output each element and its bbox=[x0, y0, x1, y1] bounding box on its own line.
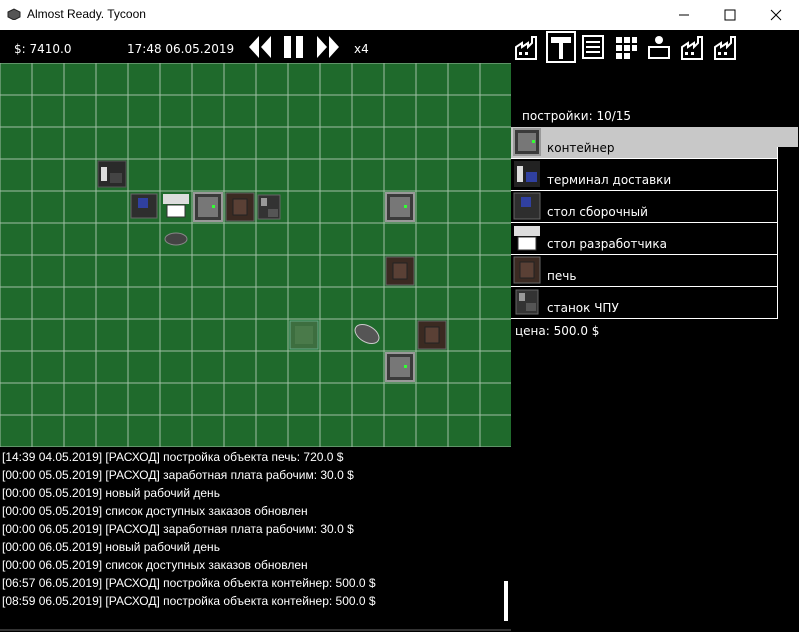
grid-icon[interactable] bbox=[613, 33, 639, 61]
terminal-icon bbox=[514, 161, 540, 187]
minimize-icon bbox=[679, 14, 689, 16]
maximize-icon bbox=[724, 9, 736, 21]
building-item-label: стол разработчика bbox=[547, 237, 667, 251]
log-line: [00:00 06.05.2019] [РАСХОД] заработная п… bbox=[2, 522, 354, 536]
placed-furnace[interactable] bbox=[225, 192, 255, 222]
buildings-count: постройки: 10/15 bbox=[522, 109, 632, 123]
placed-developer-desk[interactable] bbox=[163, 194, 189, 246]
event-log: [14:39 04.05.2019] [РАСХОД] постройка об… bbox=[0, 447, 511, 632]
build-panel: постройки: 10/15 контейнер терминал дост… bbox=[511, 63, 799, 632]
log-line: [14:39 04.05.2019] [РАСХОД] постройка об… bbox=[2, 450, 344, 464]
close-icon bbox=[770, 9, 782, 21]
building-item-label: печь bbox=[547, 269, 577, 283]
log-line: [00:00 05.05.2019] [РАСХОД] заработная п… bbox=[2, 468, 354, 482]
furnace-icon bbox=[513, 256, 541, 284]
log-line: [00:00 05.05.2019] новый рабочий день bbox=[2, 486, 220, 500]
close-button[interactable] bbox=[753, 0, 799, 30]
fast-forward-button[interactable] bbox=[315, 34, 341, 60]
placed-container[interactable] bbox=[385, 352, 415, 382]
worker-robot bbox=[354, 324, 380, 344]
maximize-button[interactable] bbox=[707, 0, 753, 30]
building-item-label: станок ЧПУ bbox=[547, 301, 619, 315]
hammer-icon[interactable] bbox=[546, 31, 576, 63]
placed-container[interactable] bbox=[385, 192, 415, 222]
date-time-display: 17:48 06.05.2019 bbox=[127, 42, 235, 56]
placed-furnace[interactable] bbox=[417, 320, 447, 350]
rewind-button[interactable] bbox=[247, 34, 273, 60]
window-title: Almost Ready. Tycoon bbox=[27, 7, 146, 21]
cnc-machine-icon bbox=[515, 289, 539, 315]
factory-floor-grid[interactable] bbox=[0, 63, 511, 447]
placed-furnace[interactable] bbox=[385, 256, 415, 286]
log-line: [06:57 06.05.2019] [РАСХОД] постройка об… bbox=[2, 576, 376, 590]
building-item-developer-desk[interactable]: стол разработчика bbox=[511, 223, 777, 255]
placed-container[interactable] bbox=[193, 192, 223, 222]
assembly-table-icon bbox=[513, 192, 541, 220]
worker-icon[interactable] bbox=[646, 33, 672, 61]
orders-icon[interactable] bbox=[580, 33, 606, 61]
building-list-scrollbar[interactable] bbox=[777, 147, 799, 319]
log-line: [00:00 06.05.2019] новый рабочий день bbox=[2, 540, 220, 554]
title-bar: Almost Ready. Tycoon bbox=[0, 0, 799, 30]
minimize-button[interactable] bbox=[661, 0, 707, 30]
building-item-cnc-machine[interactable]: станок ЧПУ bbox=[511, 287, 777, 319]
building-item-furnace[interactable]: печь bbox=[511, 255, 777, 287]
building-list: контейнер терминал доставки стол сборочн… bbox=[511, 127, 799, 319]
placed-terminal[interactable] bbox=[97, 160, 127, 188]
placement-preview bbox=[289, 320, 319, 350]
log-line: [00:00 05.05.2019] список доступных зака… bbox=[2, 504, 308, 518]
factory-icon[interactable] bbox=[713, 33, 739, 61]
factory-icon[interactable] bbox=[680, 33, 706, 61]
money-display: $: 7410.0 bbox=[14, 42, 72, 56]
log-scrollbar[interactable] bbox=[504, 581, 508, 621]
log-line: [00:00 06.05.2019] список доступных зака… bbox=[2, 558, 308, 572]
placed-assembly-table[interactable] bbox=[130, 193, 158, 219]
scrollbar-thumb[interactable] bbox=[778, 147, 798, 319]
container-icon bbox=[513, 128, 541, 156]
app-icon bbox=[7, 8, 21, 20]
speed-indicator: x4 bbox=[354, 42, 369, 56]
building-item-label: стол сборочный bbox=[547, 205, 648, 219]
price-display: цена: 500.0 $ bbox=[515, 324, 600, 338]
factory-icon[interactable] bbox=[514, 33, 540, 61]
building-item-label: контейнер bbox=[547, 141, 615, 155]
status-bar: $: 7410.0 17:48 06.05.2019 x4 bbox=[0, 30, 799, 63]
building-item-container[interactable]: контейнер bbox=[511, 127, 798, 159]
divider bbox=[0, 629, 511, 631]
building-item-terminal[interactable]: терминал доставки bbox=[511, 159, 777, 191]
pause-button[interactable] bbox=[282, 34, 306, 60]
developer-desk-icon bbox=[514, 226, 540, 251]
building-item-assembly-table[interactable]: стол сборочный bbox=[511, 191, 777, 223]
placed-cnc-machine[interactable] bbox=[257, 194, 281, 220]
log-line: [08:59 06.05.2019] [РАСХОД] постройка об… bbox=[2, 594, 376, 608]
placed-objects bbox=[97, 160, 447, 382]
building-item-label: терминал доставки bbox=[547, 173, 672, 187]
